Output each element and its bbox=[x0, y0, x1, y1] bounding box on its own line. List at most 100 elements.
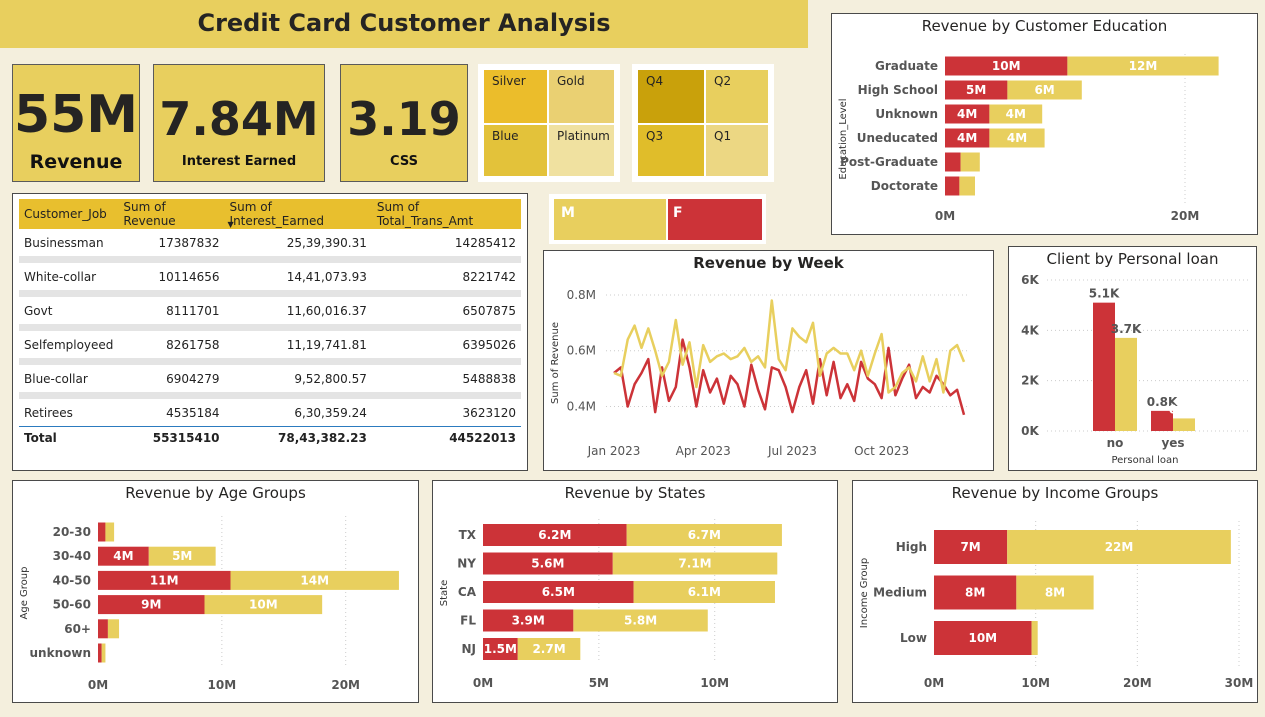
quarter-q1-tile[interactable]: Q1 bbox=[705, 124, 769, 177]
table-cell: 3623120 bbox=[462, 405, 516, 420]
gender-m-tile[interactable]: M bbox=[554, 199, 666, 240]
category-label: NY bbox=[457, 557, 476, 571]
data-label: 4M bbox=[957, 107, 977, 121]
card-platinum-tile[interactable]: Platinum bbox=[548, 124, 615, 177]
quarter-q2-label: Q2 bbox=[714, 74, 732, 88]
col-sum-revenue[interactable]: Sum of Revenue bbox=[118, 199, 225, 229]
card-blue-tile[interactable]: Blue bbox=[483, 124, 548, 177]
category-label: High School bbox=[858, 83, 938, 97]
x-axis-title: Personal loan bbox=[1111, 455, 1178, 466]
data-label: 10M bbox=[968, 631, 997, 645]
data-label: 6.2M bbox=[538, 528, 571, 542]
table-row[interactable]: Govt 8111701 11,60,016.37 6507875 bbox=[19, 293, 521, 331]
category-label: CA bbox=[458, 585, 477, 599]
kpi-css-value: 3.19 bbox=[347, 92, 461, 146]
table-row[interactable]: Retirees 4535184 6,30,359.24 3623120 bbox=[19, 396, 521, 427]
x-tick-label: 20M bbox=[1123, 676, 1152, 690]
col-sum-trans-amt[interactable]: Sum of Total_Trans_Amt bbox=[371, 199, 521, 229]
table-row[interactable]: Businessman 17387832 25,39,390.31 14285412 bbox=[19, 229, 521, 263]
y-axis-title: Income Group bbox=[859, 558, 870, 628]
x-tick-label: Oct 2023 bbox=[854, 444, 909, 458]
category-label: TX bbox=[459, 528, 477, 542]
x-tick-label: 5M bbox=[589, 676, 609, 690]
data-label: 10M bbox=[992, 59, 1021, 73]
col-sum-interest-label: Sum of Interest_Earned bbox=[229, 200, 325, 228]
education-chart-panel: Revenue by Customer Education 0M 20M Educa… bbox=[831, 13, 1258, 235]
page-title: Credit Card Customer Analysis bbox=[197, 9, 611, 37]
col-customer-job[interactable]: Customer_Job bbox=[19, 199, 119, 229]
total-cell: Total bbox=[19, 426, 119, 449]
table-cell: 14,41,073.93 bbox=[224, 259, 372, 297]
table-cell: Govt bbox=[19, 293, 119, 331]
kpi-interest-card[interactable]: 7.84M Interest Earned bbox=[153, 64, 325, 182]
col-sum-interest[interactable]: Sum of Interest_Earned ▼ bbox=[224, 199, 372, 229]
sort-descending-icon: ▼ bbox=[227, 220, 234, 229]
title-band: Credit Card Customer Analysis bbox=[0, 0, 808, 48]
bar-male bbox=[1115, 337, 1137, 431]
y-tick-label: 4K bbox=[1021, 323, 1039, 337]
bar-segment-female bbox=[98, 643, 102, 663]
y-tick-label: 0.8M bbox=[567, 288, 596, 302]
category-label: Low bbox=[900, 631, 927, 645]
category-label: 50-60 bbox=[53, 598, 91, 612]
card-gold-tile[interactable]: Gold bbox=[548, 69, 615, 124]
card-platinum-label: Platinum bbox=[557, 129, 610, 143]
data-label: 11M bbox=[150, 573, 179, 587]
category-label: Uneducated bbox=[857, 131, 938, 145]
y-axis-title: Age Group bbox=[19, 567, 30, 620]
table-row[interactable]: Blue-collar 6904279 9,52,800.57 5488838 bbox=[19, 361, 521, 399]
age-chart: 0M 10M 20M Age Group 20-30 30-40 4M 5M 40-50 11M 1… bbox=[19, 516, 399, 692]
category-label: 40-50 bbox=[53, 573, 91, 587]
x-tick-label: 0M bbox=[935, 209, 955, 223]
category-label: Post-Graduate bbox=[840, 155, 938, 169]
total-cell: 44522013 bbox=[371, 426, 521, 449]
table-row[interactable]: White-collar 10114656 14,41,073.93 8221742 bbox=[19, 259, 521, 297]
data-label: 14M bbox=[300, 573, 329, 587]
bar-male bbox=[1173, 418, 1195, 431]
bar-segment-male bbox=[960, 152, 980, 172]
loan-chart-panel: Client by Personal loan 0K 2K 4K 6K 5.1K 3.7K… bbox=[1008, 246, 1257, 471]
table-row[interactable]: Selfemployeed 8261758 11,19,741.81 6395026 bbox=[19, 327, 521, 365]
category-label: High bbox=[896, 540, 927, 554]
x-tick-label: 0M bbox=[88, 678, 108, 692]
category-label: Medium bbox=[873, 586, 927, 600]
data-label: 8M bbox=[965, 586, 985, 600]
data-label: 22M bbox=[1105, 540, 1134, 554]
gender-f-label: F bbox=[673, 205, 683, 221]
quarter-q2-tile[interactable]: Q2 bbox=[705, 69, 769, 124]
table-cell: 10114656 bbox=[118, 259, 225, 297]
card-silver-tile[interactable]: Silver bbox=[483, 69, 548, 124]
quarter-q3-label: Q3 bbox=[646, 129, 664, 143]
education-chart: 0M 20MEducation_LevelGraduate 10M 12MHigh S… bbox=[838, 54, 1219, 223]
y-tick-label: 2K bbox=[1021, 374, 1039, 388]
data-label: 5.6M bbox=[531, 557, 564, 571]
x-tick-label: 0M bbox=[924, 676, 944, 690]
total-cell: 78,43,382.23 bbox=[224, 426, 372, 449]
kpi-css-card[interactable]: 3.19 CSS bbox=[340, 64, 468, 182]
bar-segment-female bbox=[98, 522, 106, 542]
quarter-q4-tile[interactable]: Q4 bbox=[637, 69, 705, 124]
y-axis-title: State bbox=[439, 580, 450, 606]
data-label: 7.1M bbox=[678, 557, 711, 571]
kpi-revenue-card[interactable]: 55M Revenue bbox=[12, 64, 140, 182]
quarter-slicer: Q4 Q2 Q3 Q1 bbox=[632, 64, 774, 182]
loan-chart: 0K2K4K6K5.1K3.7Kno0.8K0.5KyesPersonal lo… bbox=[1021, 273, 1249, 466]
category-label: 20-30 bbox=[53, 525, 91, 539]
table-cell: 6507875 bbox=[371, 293, 521, 331]
data-label: 6M bbox=[1034, 83, 1054, 97]
customer-job-table-panel: Customer_Job Sum of Revenue Sum of Inter… bbox=[12, 193, 528, 471]
card-category-slicer: Silver Gold Blue Platinum bbox=[478, 64, 620, 182]
table-total-row: Total 55315410 78,43,382.23 44522013 bbox=[19, 426, 521, 449]
quarter-q3-tile[interactable]: Q3 bbox=[637, 124, 705, 177]
x-tick-label: 10M bbox=[208, 678, 237, 692]
data-label: 3.7K bbox=[1111, 322, 1142, 336]
table-cell: 11,19,741.81 bbox=[224, 327, 372, 365]
data-label: 0.5K bbox=[1169, 402, 1200, 416]
table-cell: 4535184 bbox=[166, 405, 220, 420]
bar-segment-female bbox=[945, 152, 961, 172]
table-cell: Selfemployeed bbox=[19, 327, 119, 365]
states-chart-panel: Revenue by States 0M 5M 10M State TX 6.2M 6.7M… bbox=[432, 480, 838, 703]
gender-f-tile[interactable]: F bbox=[668, 199, 762, 240]
table-cell: 6904279 bbox=[118, 361, 225, 399]
data-label: 8M bbox=[1045, 586, 1065, 600]
